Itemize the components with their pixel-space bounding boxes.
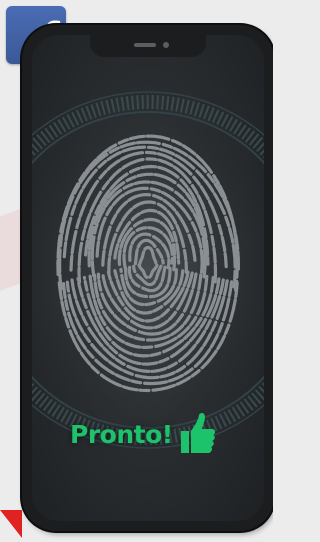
phone-screen: Pronto! [32, 35, 264, 521]
phone-mockup: Pronto! [22, 25, 273, 531]
status-text: Pronto! [70, 419, 173, 449]
phone-notch [90, 35, 206, 57]
phone-speaker [134, 43, 156, 47]
red-triangle-decoration [0, 510, 22, 538]
thumbs-up-icon [180, 412, 215, 453]
illustration-canvas: f Pron [0, 0, 273, 542]
scanner-glow [32, 120, 264, 420]
phone-camera [163, 42, 169, 48]
status-banner: Pronto! [70, 409, 217, 459]
